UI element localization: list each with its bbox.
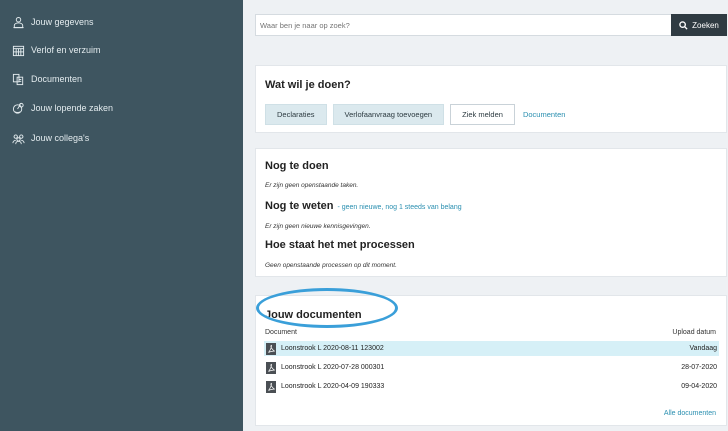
- sidebar-item-verlof-en-verzuim[interactable]: Verlof en verzuim: [11, 40, 101, 60]
- search-button-label: Zoeken: [692, 20, 719, 30]
- know-heading: Nog te weten - geen nieuwe, nog 1 steeds …: [265, 200, 462, 212]
- verlofaanvraag-button[interactable]: Verlofaanvraag toevoegen: [332, 104, 445, 125]
- documenten-link[interactable]: Documenten: [523, 110, 566, 119]
- table-row[interactable]: Loonstrook L 2020-08-11 123002 Vandaag: [264, 341, 719, 356]
- search-button[interactable]: Zoeken: [671, 14, 727, 36]
- search-icon: [679, 20, 688, 30]
- actions-title: Wat wil je doen?: [265, 79, 351, 91]
- sidebar-item-documenten[interactable]: Documenten: [11, 69, 82, 89]
- column-upload-date: Upload datum: [672, 329, 716, 336]
- sidebar-item-jouw-collegas[interactable]: Jouw collega's: [11, 128, 89, 148]
- sidebar-item-label: Verlof en verzuim: [31, 45, 101, 55]
- upload-date: 28-07-2020: [681, 364, 717, 371]
- main-content: Zoeken Wat wil je doen? Declaraties Verl…: [243, 0, 728, 431]
- documents-icon: [11, 72, 25, 86]
- search-input[interactable]: [255, 14, 671, 36]
- all-documents-link[interactable]: Alle documenten: [664, 410, 716, 417]
- table-row[interactable]: Loonstrook L 2020-07-28 000301 28-07-202…: [264, 360, 719, 375]
- declaraties-button[interactable]: Declaraties: [265, 104, 327, 125]
- sidebar-item-label: Jouw gegevens: [31, 17, 94, 27]
- documents-card: Jouw documenten Document Upload datum Lo…: [255, 288, 727, 426]
- table-row[interactable]: Loonstrook L 2020-04-09 190333 09-04-202…: [264, 379, 719, 394]
- pdf-icon: [266, 380, 276, 393]
- column-document: Document: [265, 329, 297, 336]
- sidebar-item-label: Jouw lopende zaken: [31, 103, 114, 113]
- colleagues-icon: [11, 131, 25, 145]
- process-title: Hoe staat het met processen: [265, 239, 415, 251]
- actions-card: Wat wil je doen? Declaraties Verlofaanvr…: [255, 65, 727, 133]
- action-buttons: Declaraties Verlofaanvraag toevoegen Zie…: [265, 104, 565, 125]
- sidebar-item-label: Jouw collega's: [31, 133, 90, 143]
- know-note: Er zijn geen nieuwe kennisgevingen.: [265, 223, 371, 230]
- know-title: Nog te weten: [265, 200, 334, 212]
- document-name[interactable]: Loonstrook L 2020-07-28 000301: [281, 364, 681, 371]
- upload-date: Vandaag: [689, 345, 717, 352]
- documents-title: Jouw documenten: [265, 309, 362, 321]
- document-name[interactable]: Loonstrook L 2020-08-11 123002: [281, 345, 689, 352]
- cases-icon: [11, 101, 25, 115]
- ziek-melden-button[interactable]: Ziek melden: [450, 104, 515, 125]
- todo-title: Nog te doen: [265, 160, 329, 172]
- sidebar-item-label: Documenten: [31, 74, 83, 84]
- sidebar-item-jouw-lopende-zaken[interactable]: Jouw lopende zaken: [11, 98, 113, 118]
- sidebar: Jouw gegevens Verlof en verzuim Document…: [0, 0, 243, 431]
- upload-date: 09-04-2020: [681, 383, 717, 390]
- todo-note: Er zijn geen openstaande taken.: [265, 182, 359, 189]
- status-card: Nog te doen Er zijn geen openstaande tak…: [255, 148, 727, 277]
- process-note: Geen openstaande processen op dit moment…: [265, 262, 397, 269]
- search-bar: Zoeken: [255, 14, 727, 36]
- pdf-icon: [266, 342, 276, 355]
- highlight-ellipse: [256, 288, 398, 328]
- know-link[interactable]: - geen nieuwe, nog 1 steeds van belang: [337, 204, 461, 211]
- pdf-icon: [266, 361, 276, 374]
- person-icon: [11, 15, 25, 29]
- calendar-icon: [11, 43, 25, 57]
- sidebar-item-jouw-gegevens[interactable]: Jouw gegevens: [11, 12, 94, 32]
- document-name[interactable]: Loonstrook L 2020-04-09 190333: [281, 383, 681, 390]
